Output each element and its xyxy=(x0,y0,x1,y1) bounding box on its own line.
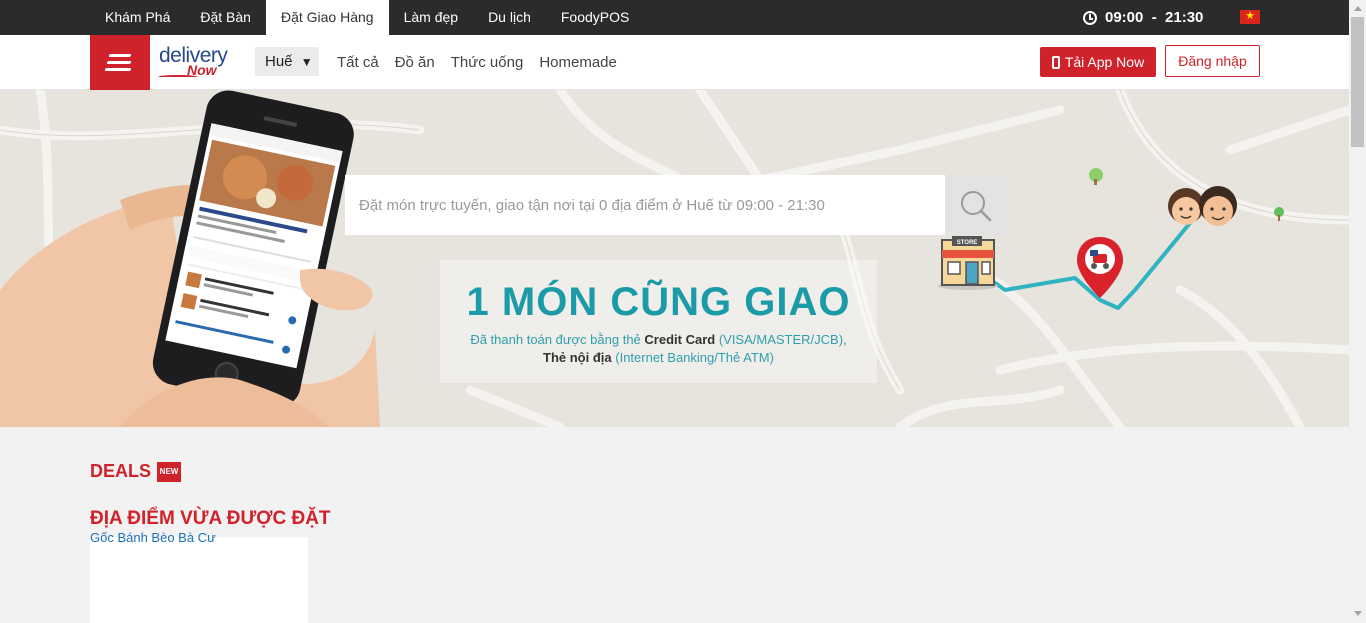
scroll-up-arrow-icon[interactable] xyxy=(1354,6,1362,11)
city-selector[interactable]: Huế ▼ xyxy=(255,47,319,76)
topnav-foodypos[interactable]: FoodyPOS xyxy=(546,0,644,35)
place-card[interactable] xyxy=(90,537,308,623)
promo-domestic-card: Thẻ nội địa xyxy=(543,350,612,365)
hours-text: 09:00 - 21:30 xyxy=(1105,9,1204,26)
caret-down-icon: ▼ xyxy=(300,55,313,69)
category-nav: Tất cả Đồ ăn Thức uống Homemade xyxy=(337,35,633,90)
opening-hours: 09:00 - 21:30 xyxy=(1083,0,1203,35)
store-icon: STORE xyxy=(938,236,998,290)
clock-icon xyxy=(1083,10,1097,25)
category-do-an[interactable]: Đồ ăn xyxy=(395,35,435,90)
topnav-dat-giao-hang[interactable]: Đặt Giao Hàng xyxy=(265,0,389,35)
topnav-kham-pha[interactable]: Khám Phá xyxy=(90,0,185,35)
login-button[interactable]: Đăng nhập xyxy=(1165,45,1260,77)
promo-card-types: (VISA/MASTER/JCB), xyxy=(715,332,847,347)
hand-with-phone-image xyxy=(0,90,380,427)
category-homemade[interactable]: Homemade xyxy=(539,35,617,90)
logo-stripe xyxy=(108,54,132,57)
svg-text:STORE: STORE xyxy=(957,240,978,246)
hero-banner: STORE Đặt món trực tuyến, giao tận nơi t… xyxy=(0,90,1349,427)
recent-orders-title: ĐỊA ĐIỂM VỪA ĐƯỢC ĐẶT xyxy=(90,508,331,529)
deals-heading[interactable]: DEALS NEW xyxy=(90,461,182,482)
place-link[interactable]: Gốc Bánh Bèo Bà Cư xyxy=(90,530,216,545)
top-nav: Khám Phá Đặt Bàn Đặt Giao Hàng Làm đẹp D… xyxy=(90,0,644,35)
promo-credit-card: Credit Card xyxy=(644,332,716,347)
header: delivery Now Huế ▼ Tất cả Đồ ăn Thức uốn… xyxy=(0,35,1349,90)
topnav-lam-dep[interactable]: Làm đẹp xyxy=(389,0,473,35)
promo-domestic-types: (Internet Banking/Thẻ ATM) xyxy=(611,350,774,365)
search-icon xyxy=(961,191,992,222)
top-bar: Khám Phá Đặt Bàn Đặt Giao Hàng Làm đẹp D… xyxy=(0,0,1349,35)
logo-icon[interactable] xyxy=(90,35,150,90)
scroll-down-arrow-icon[interactable] xyxy=(1354,611,1362,616)
search-input[interactable] xyxy=(345,175,945,235)
search-button[interactable] xyxy=(945,175,1005,235)
promo-text: Đã thanh toán được bằng thẻ Credit Card … xyxy=(440,331,877,367)
promo-title: 1 MÓN CŨNG GIAO xyxy=(466,280,851,324)
scrollbar-thumb[interactable] xyxy=(1351,17,1364,147)
deals-title: DEALS xyxy=(90,461,152,481)
category-tat-ca[interactable]: Tất cả xyxy=(337,35,379,90)
search-box xyxy=(345,175,945,235)
logo-text[interactable]: delivery Now xyxy=(159,45,228,77)
promo-line1-text: Đã thanh toán được bằng thẻ xyxy=(470,332,645,347)
new-badge: NEW xyxy=(157,461,182,482)
mobile-phone-icon xyxy=(1051,55,1060,69)
download-app-label: Tải App Now xyxy=(1064,54,1145,70)
promo-box: 1 MÓN CŨNG GIAO Đã thanh toán được bằng … xyxy=(440,260,877,383)
download-app-button[interactable]: Tải App Now xyxy=(1040,47,1156,77)
topnav-du-lich[interactable]: Du lịch xyxy=(473,0,546,35)
logo-stripe xyxy=(104,68,132,71)
category-thuc-uong[interactable]: Thức uống xyxy=(451,35,524,90)
city-label: Huế xyxy=(265,53,293,70)
delivery-pin-icon xyxy=(1077,237,1123,298)
vietnam-flag-icon[interactable] xyxy=(1240,8,1260,24)
logo-swoosh xyxy=(158,75,198,79)
topnav-dat-ban[interactable]: Đặt Bàn xyxy=(185,0,266,35)
logo-stripe xyxy=(106,61,132,64)
